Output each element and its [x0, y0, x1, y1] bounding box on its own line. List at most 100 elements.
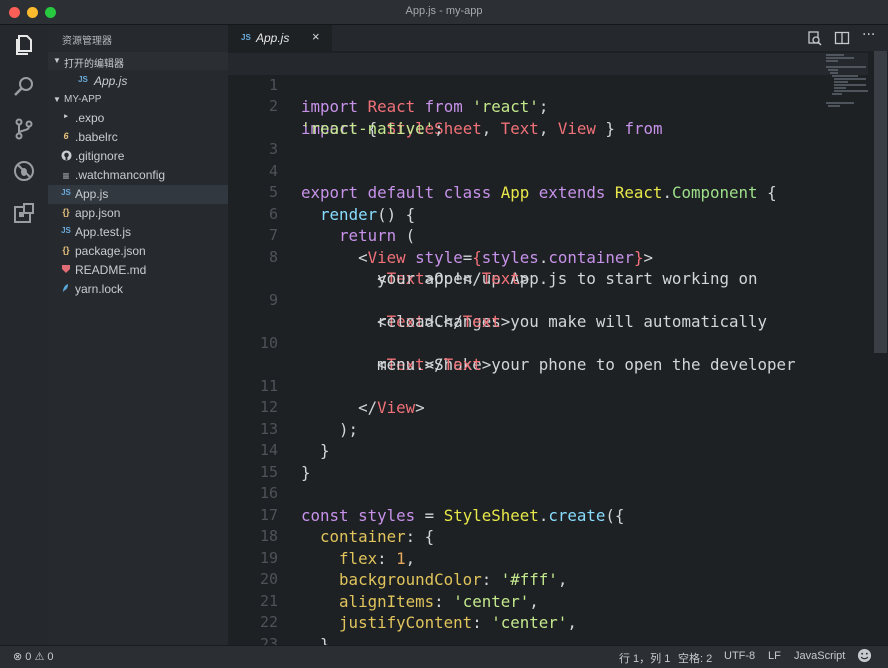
eol-setting[interactable]: LF: [768, 650, 781, 662]
config-file-icon: ≡: [60, 169, 72, 183]
file-name: app.json: [75, 206, 120, 220]
code-line: 14 }: [228, 419, 868, 441]
javascript-file-icon: JS: [60, 226, 72, 235]
file-item-package-json[interactable]: {} package.json: [48, 242, 228, 261]
code-line: 17 container: {: [228, 483, 868, 505]
vertical-scrollbar[interactable]: [874, 51, 887, 353]
folder-label: MY-APP: [64, 94, 101, 105]
explorer-title: 资源管理器: [62, 32, 112, 47]
activity-bar: [0, 25, 48, 645]
cursor-position[interactable]: 行 1，列 1: [619, 650, 670, 666]
code-line: 'react-native';: [228, 96, 868, 118]
code-line: 15: [228, 440, 868, 462]
code-editor[interactable]: 1 import React from 'react'; 2 import { …: [228, 51, 888, 645]
code-line: 2 import { StyleSheet, Text, View } from: [228, 75, 868, 97]
open-editor-name: App.js: [94, 74, 127, 88]
warning-icon: ⚠: [34, 651, 44, 663]
source-control-icon[interactable]: [12, 117, 36, 141]
language-mode[interactable]: JavaScript: [794, 650, 845, 662]
code-line: 4 export default class App extends React…: [228, 139, 868, 161]
github-icon: [60, 150, 72, 163]
code-line: 8 <Text>Open up App.js to start working …: [228, 225, 868, 247]
tab-label: App.js: [256, 31, 289, 45]
extensions-icon[interactable]: [12, 201, 36, 225]
code-line: 6 return (: [228, 182, 868, 204]
code-line: menu.</Text>: [228, 333, 868, 355]
code-line: reload.</Text>: [228, 290, 868, 312]
file-name: .watchmanconfig: [75, 168, 165, 182]
code-line: 9 <Text>Changes you make will automatica…: [228, 268, 868, 290]
file-item-app-json[interactable]: {} app.json: [48, 204, 228, 223]
code-line: 1 import React from 'react';: [228, 53, 868, 75]
javascript-file-icon: JS: [77, 75, 89, 84]
file-name: yarn.lock: [75, 282, 123, 296]
code-line: 12 );: [228, 376, 868, 398]
feedback-smiley-icon[interactable]: [857, 648, 872, 666]
error-icon: ⊗: [13, 651, 22, 663]
file-name: .expo: [75, 111, 104, 125]
code-line: 19 backgroundColor: '#fff',: [228, 526, 868, 548]
warning-count: 0: [47, 651, 53, 663]
file-item-readme[interactable]: README.md: [48, 261, 228, 280]
code-line: 18 flex: 1,: [228, 505, 868, 527]
file-item-watchmanconfig[interactable]: ≡ .watchmanconfig: [48, 166, 228, 185]
chevron-down-icon: ▼: [53, 95, 61, 104]
json-file-icon: {}: [60, 207, 72, 217]
file-name: .gitignore: [75, 149, 124, 163]
chevron-down-icon: ▼: [53, 56, 61, 65]
code-line: 3: [228, 118, 868, 140]
open-changes-icon[interactable]: [806, 30, 822, 46]
files-icon[interactable]: [12, 33, 36, 57]
indentation-setting[interactable]: 空格: 2: [678, 650, 712, 666]
code-line: 13 }: [228, 397, 868, 419]
split-editor-icon[interactable]: [834, 30, 850, 46]
json-file-icon: {}: [60, 245, 72, 255]
explorer-sidebar: 资源管理器 ▼ 打开的编辑器 JS App.js ▼ MY-APP ▸ .exp…: [48, 25, 228, 645]
code-line: 11 </View>: [228, 354, 868, 376]
folder-collapsed-icon: ▸: [60, 112, 72, 120]
problems-indicator[interactable]: ⊗ 0 ⚠ 0: [13, 650, 54, 663]
open-editor-item[interactable]: JS App.js: [48, 72, 228, 91]
code-line: 23 });: [228, 612, 868, 634]
debug-icon[interactable]: [12, 159, 36, 183]
code-line: 5 render() {: [228, 161, 868, 183]
line-number: 23: [228, 634, 278, 646]
file-name: README.md: [75, 263, 146, 277]
editor-tab-bar: JS App.js × ···: [228, 25, 888, 51]
file-item-expo[interactable]: ▸ .expo: [48, 109, 228, 128]
file-item-babelrc[interactable]: 6 .babelrc: [48, 128, 228, 147]
file-item-app-js[interactable]: JS App.js: [48, 185, 228, 204]
file-name: .babelrc: [75, 130, 118, 144]
window-title: App.js - my-app: [0, 5, 888, 17]
more-actions-icon[interactable]: ···: [862, 27, 878, 43]
file-name: package.json: [75, 244, 146, 258]
encoding-setting[interactable]: UTF-8: [724, 650, 755, 662]
javascript-file-icon: JS: [241, 33, 251, 42]
file-item-app-test-js[interactable]: JS App.test.js: [48, 223, 228, 242]
code-line: 21 justifyContent: 'center',: [228, 569, 868, 591]
code-line: 7 <View style={styles.container}>: [228, 204, 868, 226]
open-editors-label: 打开的编辑器: [64, 55, 124, 70]
babel-file-icon: 6: [60, 131, 72, 141]
search-icon[interactable]: [12, 75, 36, 99]
markdown-file-icon: [60, 264, 72, 276]
minimap[interactable]: [824, 51, 874, 111]
file-item-gitignore[interactable]: .gitignore: [48, 147, 228, 166]
vscode-window: App.js - my-app 资源管理器 ▼ 打开的编辑器 JS App.js: [0, 0, 888, 668]
file-item-yarn-lock[interactable]: yarn.lock: [48, 280, 228, 299]
folder-section[interactable]: ▼ MY-APP: [48, 91, 228, 109]
tab-app-js[interactable]: JS App.js ×: [228, 25, 332, 51]
close-tab-icon[interactable]: ×: [312, 29, 320, 44]
code-line: 20 alignItems: 'center',: [228, 548, 868, 570]
error-count: 0: [25, 651, 31, 663]
title-bar: App.js - my-app: [0, 0, 888, 25]
file-name: App.js: [75, 187, 108, 201]
file-name: App.test.js: [75, 225, 131, 239]
open-editors-section[interactable]: ▼ 打开的编辑器: [48, 52, 228, 70]
javascript-file-icon: JS: [60, 188, 72, 197]
yarn-file-icon: [60, 283, 72, 295]
code-line: 10 <Text>Shake your phone to open the de…: [228, 311, 868, 333]
code-line: 22 },: [228, 591, 868, 613]
code-line: 16 const styles = StyleSheet.create({: [228, 462, 868, 484]
status-bar: ⊗ 0 ⚠ 0 行 1，列 1 空格: 2 UTF-8 LF JavaScrip…: [0, 645, 888, 668]
